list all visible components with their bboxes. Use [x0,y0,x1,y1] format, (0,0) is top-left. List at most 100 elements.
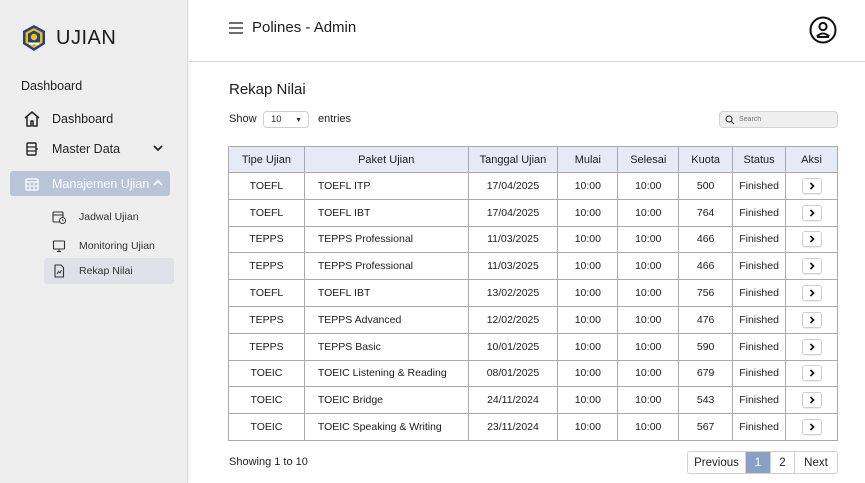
cell-mulai: 10:00 [557,252,619,281]
table-row: TOEFL TOEFL IBT 13/02/2025 10:00 10:00 756 Fin… [228,279,838,307]
cell-selesai: 10:00 [617,386,680,415]
column-header-tipe-ujian[interactable]: Tipe Ujian [228,146,305,173]
cell-aksi [785,332,838,361]
database-icon [22,139,42,159]
cell-aksi [785,359,838,388]
cell-status: Finished [732,305,787,334]
chevron-right-icon [809,182,815,190]
detail-button[interactable] [801,231,822,248]
cell-selesai: 10:00 [617,172,680,200]
cell-selesai: 10:00 [617,279,680,307]
sidebar-item-manajemen-ujian[interactable]: Manajemen Ujian [10,171,170,196]
sidebar-subitem-rekap-nilai[interactable]: Rekap Nilai [44,258,174,284]
column-header-mulai[interactable]: Mulai [557,146,619,173]
cell-status: Finished [732,252,787,281]
cell-tipe-ujian: TOEIC [228,413,305,441]
cell-paket-ujian: TEPPS Professional [303,252,469,281]
cell-tanggal-ujian: 11/03/2025 [467,252,559,281]
cell-status: Finished [732,413,787,441]
cell-status: Finished [732,225,787,254]
cell-tipe-ujian: TOEIC [228,386,305,415]
search-input[interactable] [739,116,829,123]
user-account-icon[interactable] [809,16,837,44]
cell-kuota: 679 [678,359,734,388]
cell-aksi [785,198,838,227]
entries-label: entries [318,113,352,125]
cell-tipe-ujian: TEPPS [228,305,305,334]
cell-aksi [785,252,838,281]
cell-tanggal-ujian: 12/02/2025 [467,305,559,334]
cell-mulai: 10:00 [557,386,619,415]
hamburger-menu-icon[interactable] [229,21,243,35]
cell-aksi [785,172,838,200]
header-title: Polines - Admin [252,19,357,36]
detail-button[interactable] [801,258,822,275]
entries-select[interactable]: 10 ▼ [263,111,309,128]
sidebar-subitem-monitoring-ujian[interactable]: Monitoring Ujian [44,233,174,259]
sidebar-item-label: Manajemen Ujian [52,176,150,191]
detail-button[interactable] [801,311,822,328]
table-row: TEPPS TEPPS Professional 11/03/2025 10:00 10… [228,252,838,281]
cell-aksi [785,305,838,334]
cell-paket-ujian: TOEFL IBT [303,198,469,227]
chevron-right-icon [809,289,815,297]
cell-tanggal-ujian: 24/11/2024 [467,386,559,415]
show-label: Show [229,113,257,125]
column-header-selesai[interactable]: Selesai [617,146,680,173]
chevron-right-icon [809,423,815,431]
rekap-nilai-table: Tipe Ujian Paket Ujian Tanggal Ujian Mul… [228,146,838,441]
column-header-kuota[interactable]: Kuota [678,146,734,173]
table-row: TOEIC TOEIC Speaking & Writing 23/11/2024 1… [228,413,838,441]
page-title: Rekap Nilai [229,81,306,98]
monitor-icon [52,239,66,253]
cell-mulai: 10:00 [557,225,619,254]
detail-button[interactable] [801,204,822,221]
next-page-button[interactable]: Next [795,452,837,473]
sidebar-subitem-jadwal-ujian[interactable]: Jadwal Ujian [44,204,174,230]
cell-tipe-ujian: TOEFL [228,198,305,227]
detail-button[interactable] [801,177,822,194]
cell-selesai: 10:00 [617,225,680,254]
chevron-up-icon[interactable] [152,177,164,189]
cell-kuota: 476 [678,305,734,334]
column-header-paket-ujian[interactable]: Paket Ujian [303,146,469,173]
cell-selesai: 10:00 [617,332,680,361]
cell-kuota: 466 [678,252,734,281]
cell-kuota: 567 [678,413,734,441]
cell-tipe-ujian: TEPPS [228,252,305,281]
detail-button[interactable] [801,338,822,355]
sidebar-item-label: Dashboard [52,111,114,126]
cell-selesai: 10:00 [617,252,680,281]
pagination: Previous 1 2 Next [687,451,838,474]
table-row: TEPPS TEPPS Basic 10/01/2025 10:00 10:00 590 F… [228,332,838,361]
column-header-tanggal-ujian[interactable]: Tanggal Ujian [467,146,559,173]
column-header-status[interactable]: Status [732,146,787,173]
chevron-down-icon: ▼ [295,117,302,124]
detail-button[interactable] [801,419,822,436]
chevron-down-icon[interactable] [152,142,164,154]
cell-selesai: 10:00 [617,305,680,334]
cell-paket-ujian: TOEFL IBT [303,279,469,307]
cell-paket-ujian: TOEIC Bridge [303,386,469,415]
detail-button[interactable] [801,392,822,409]
detail-button[interactable] [801,285,822,302]
cell-mulai: 10:00 [557,413,619,441]
cell-status: Finished [732,279,787,307]
previous-page-button[interactable]: Previous [688,452,746,473]
cell-tanggal-ujian: 11/03/2025 [467,225,559,254]
search-box[interactable] [719,111,838,128]
cell-tipe-ujian: TEPPS [228,225,305,254]
cell-status: Finished [732,198,787,227]
brand[interactable]: UJIAN [20,24,116,52]
table-row: TEPPS TEPPS Professional 11/03/2025 10:00 10… [228,225,838,254]
sidebar-item-master-data[interactable]: Master Data [10,136,170,161]
cell-selesai: 10:00 [617,359,680,388]
cell-status: Finished [732,359,787,388]
table-row: TOEFL TOEFL ITP 17/04/2025 10:00 10:00 500 Fin… [228,172,838,200]
detail-button[interactable] [801,365,822,382]
cell-mulai: 10:00 [557,305,619,334]
page-2-button[interactable]: 2 [771,452,795,473]
page-1-button[interactable]: 1 [746,452,771,473]
table-row: TOEIC TOEIC Listening & Reading 08/01/2025… [228,359,838,388]
sidebar-item-dashboard[interactable]: Dashboard [10,106,170,131]
